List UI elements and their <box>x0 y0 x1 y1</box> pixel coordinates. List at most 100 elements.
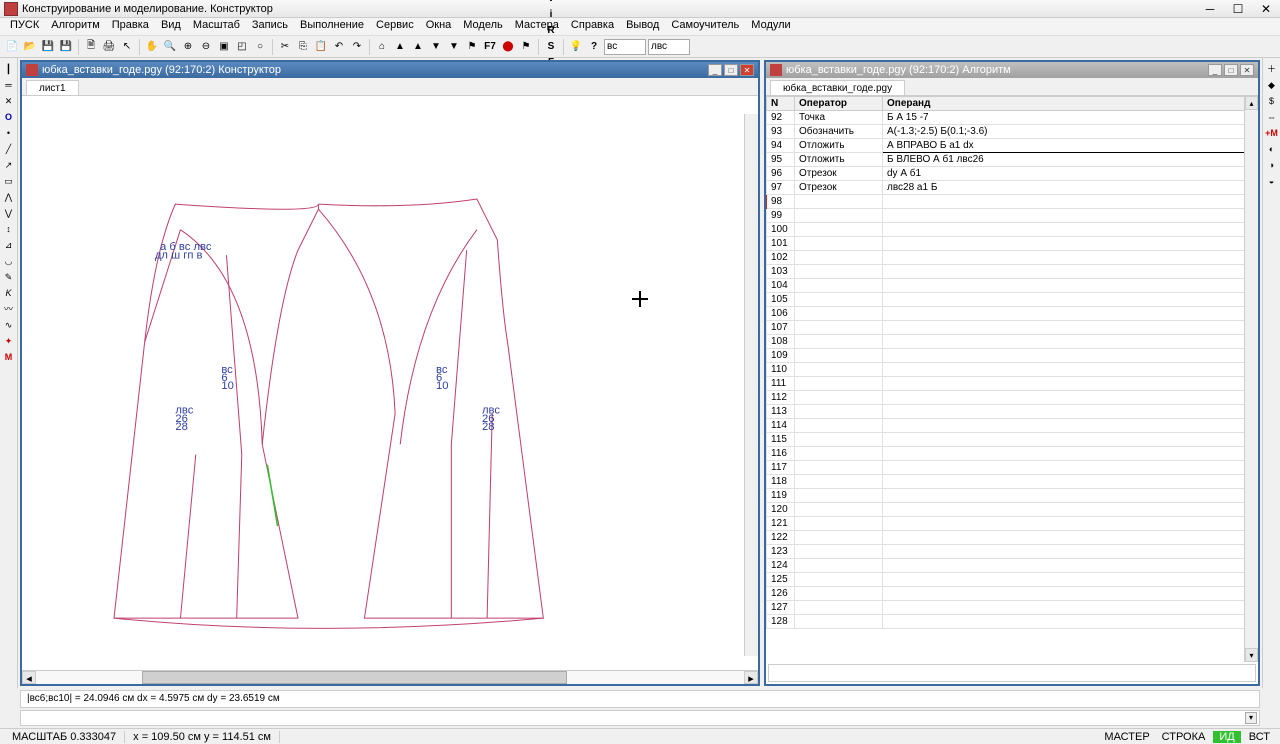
zoomout-icon[interactable]: ⊖ <box>198 39 214 55</box>
saveall-icon[interactable]: 💾 <box>58 39 74 55</box>
table-row[interactable]: 115 <box>767 433 1258 447</box>
menu-выполнение[interactable]: Выполнение <box>294 18 370 35</box>
menu-вид[interactable]: Вид <box>155 18 187 35</box>
canvas-vscroll[interactable] <box>744 114 758 656</box>
status-id[interactable]: ИД <box>1213 731 1240 743</box>
table-row[interactable]: 105 <box>767 293 1258 307</box>
table-row[interactable]: 119 <box>767 489 1258 503</box>
table-row[interactable]: 106 <box>767 307 1258 321</box>
print-preview-icon[interactable]: 🗎 <box>83 39 99 55</box>
close-button[interactable]: ✕ <box>1256 2 1276 16</box>
lt-m[interactable]: М <box>2 350 16 364</box>
menu-сервис[interactable]: Сервис <box>370 18 420 35</box>
col-n[interactable]: N <box>767 97 795 111</box>
menu-модель[interactable]: Модель <box>457 18 508 35</box>
f7-button[interactable]: F7 <box>482 39 498 55</box>
table-row[interactable]: 103 <box>767 265 1258 279</box>
table-row[interactable]: 117 <box>767 461 1258 475</box>
lt-a2[interactable]: ⋁ <box>2 206 16 220</box>
minimize-button[interactable]: ─ <box>1200 2 1220 16</box>
lt-line[interactable]: ╱ <box>2 142 16 156</box>
tri-up-icon[interactable]: ▲ <box>392 39 408 55</box>
algorithm-tab[interactable]: юбка_вставки_годе.pgy <box>770 80 905 95</box>
table-row[interactable]: 107 <box>767 321 1258 335</box>
new-icon[interactable]: 📄 <box>4 39 20 55</box>
menu-правка[interactable]: Правка <box>106 18 155 35</box>
arrow-icon[interactable]: ↖ <box>119 39 135 55</box>
panel-min-button[interactable]: _ <box>708 64 722 76</box>
hand-icon[interactable]: ✋ <box>144 39 160 55</box>
table-row[interactable]: 96Отрезокdy А б1 <box>767 167 1258 181</box>
rt-a1[interactable]: ◐ <box>1265 142 1279 156</box>
redo-icon[interactable]: ↷ <box>349 39 365 55</box>
flag2-icon[interactable]: ⚑ <box>518 39 534 55</box>
bulb-icon[interactable]: 💡 <box>568 39 584 55</box>
panel-max-button[interactable]: □ <box>1224 64 1238 76</box>
rt-link[interactable]: ⇔ <box>1265 110 1279 124</box>
lt-red[interactable]: ✦ <box>2 334 16 348</box>
table-row[interactable]: 126 <box>767 587 1258 601</box>
algorithm-input[interactable] <box>768 664 1256 682</box>
table-row[interactable]: 104 <box>767 279 1258 293</box>
table-row[interactable]: 113 <box>767 405 1258 419</box>
table-row[interactable]: 95ОтложитьБ ВЛЕВО А б1 лвс26 <box>767 153 1258 167</box>
table-row[interactable]: 92ТочкаБ А 15 -7 <box>767 111 1258 125</box>
undo-icon[interactable]: ↶ <box>331 39 347 55</box>
table-row[interactable]: 125 <box>767 573 1258 587</box>
menu-самоучитель[interactable]: Самоучитель <box>665 18 745 35</box>
table-row[interactable]: 112 <box>767 391 1258 405</box>
lt-o[interactable]: O <box>2 110 16 124</box>
lt-a1[interactable]: ⋀ <box>2 190 16 204</box>
constructor-titlebar[interactable]: юбка_вставки_годе.pgy (92:170:2) Констру… <box>22 62 758 78</box>
lt-arrow[interactable]: ↗ <box>2 158 16 172</box>
menu-вывод[interactable]: Вывод <box>620 18 665 35</box>
flag-icon[interactable]: ⚑ <box>464 39 480 55</box>
rt-plusm[interactable]: +М <box>1265 126 1279 140</box>
lt-curve[interactable]: ∿ <box>2 318 16 332</box>
rt-a3[interactable]: ◒ <box>1265 174 1279 188</box>
table-row[interactable]: 121 <box>767 517 1258 531</box>
table-row[interactable]: 109 <box>767 349 1258 363</box>
paste-icon[interactable]: 📋 <box>313 39 329 55</box>
panel-min-button[interactable]: _ <box>1208 64 1222 76</box>
lt-dot[interactable]: • <box>2 126 16 140</box>
menu-модули[interactable]: Модули <box>745 18 796 35</box>
lt-2[interactable]: ═ <box>2 78 16 92</box>
table-vscroll[interactable]: ▴ ▾ <box>1244 96 1258 662</box>
panel-close-button[interactable]: ✕ <box>1240 64 1254 76</box>
col-operand[interactable]: Операнд <box>883 97 1258 111</box>
print-icon[interactable]: 🖨 <box>101 39 117 55</box>
zoomfit-icon[interactable]: ▣ <box>216 39 232 55</box>
table-row[interactable]: 116 <box>767 447 1258 461</box>
rt-plus[interactable]: ＋ <box>1265 62 1279 76</box>
vscroll-up[interactable]: ▴ <box>1245 96 1258 110</box>
toolbar-input-2[interactable] <box>648 39 690 55</box>
table-row[interactable]: 120 <box>767 503 1258 517</box>
panel-close-button[interactable]: ✕ <box>740 64 754 76</box>
home-icon[interactable]: ⌂ <box>374 39 390 55</box>
save-icon[interactable]: 💾 <box>40 39 56 55</box>
record-icon[interactable]: ⬤ <box>500 39 516 55</box>
zoomin-icon[interactable]: ⊕ <box>180 39 196 55</box>
table-row[interactable]: 101 <box>767 237 1258 251</box>
table-row[interactable]: 98 <box>767 195 1258 209</box>
table-row[interactable]: 114 <box>767 419 1258 433</box>
menu-окна[interactable]: Окна <box>420 18 458 35</box>
zoomwin-icon[interactable]: ◰ <box>234 39 250 55</box>
tri-down2-icon[interactable]: ▼ <box>446 39 462 55</box>
vscroll-down[interactable]: ▾ <box>1245 648 1258 662</box>
lt-a6[interactable]: ✎ <box>2 270 16 284</box>
menu-пуск[interactable]: ПУСК <box>4 18 45 35</box>
col-operator[interactable]: Оператор <box>795 97 883 111</box>
lt-a5[interactable]: ◡ <box>2 254 16 268</box>
rt-money[interactable]: $ <box>1265 94 1279 108</box>
menu-масштаб[interactable]: Масштаб <box>187 18 246 35</box>
toolbar-input-1[interactable] <box>604 39 646 55</box>
canvas-hscroll[interactable]: ◂ ▸ <box>22 670 758 684</box>
drawing-canvas[interactable]: а б вс лвс дл ш гп в вс610 лвс2628 вс610… <box>22 96 758 670</box>
table-row[interactable]: 99 <box>767 209 1258 223</box>
toolbar-i-button[interactable]: i <box>543 7 559 23</box>
panel-max-button[interactable]: □ <box>724 64 738 76</box>
table-row[interactable]: 110 <box>767 363 1258 377</box>
command-dropdown[interactable]: ▾ <box>1245 712 1257 724</box>
